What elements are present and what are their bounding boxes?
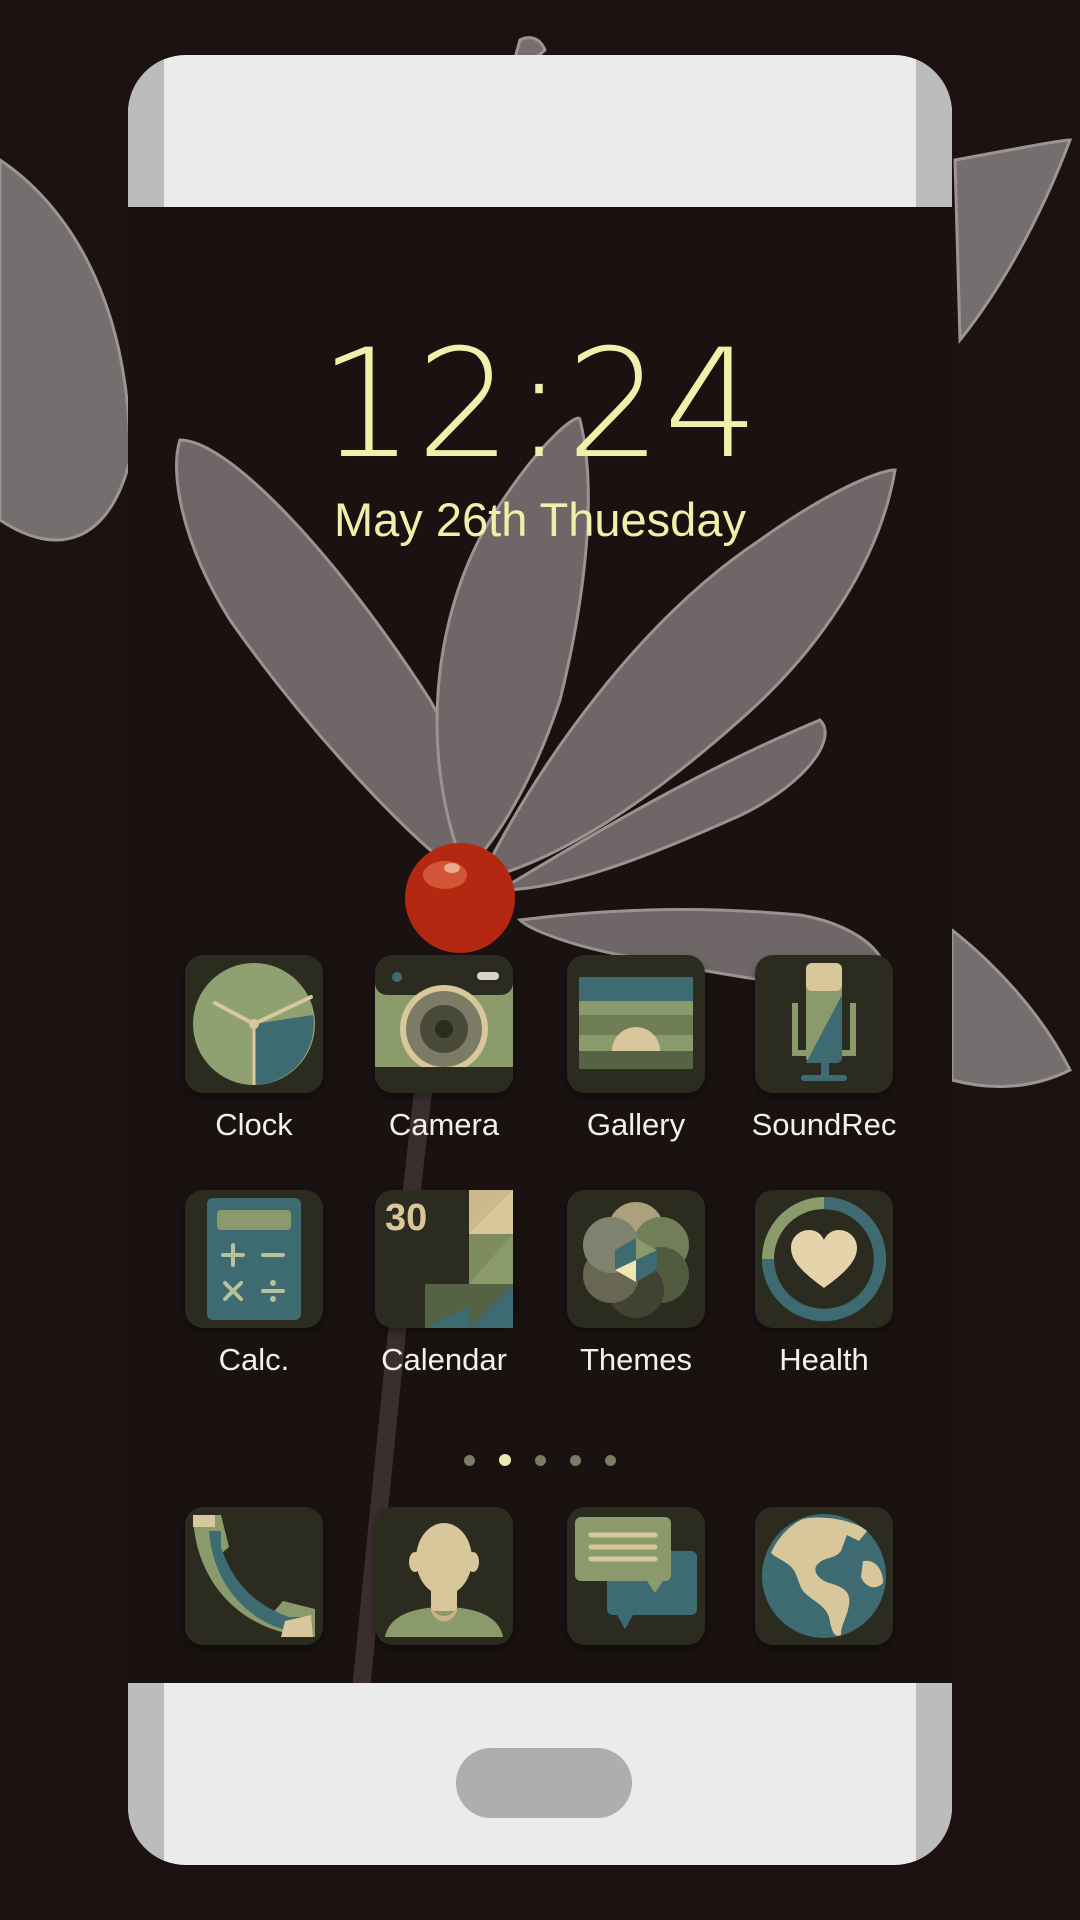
page-dot[interactable] (570, 1454, 581, 1466)
app-label: Calc. (218, 1342, 290, 1377)
home-button[interactable] (456, 1748, 632, 1818)
camera-icon (375, 955, 513, 1093)
contacts-icon (375, 1507, 513, 1645)
app-gallery[interactable]: Gallery (546, 955, 726, 1143)
clock-time: 12:24 (318, 318, 762, 492)
app-camera[interactable]: Camera (354, 955, 534, 1143)
app-health[interactable]: Health (734, 1190, 914, 1378)
calendar-icon: 30 (375, 1190, 513, 1328)
app-soundrec[interactable]: SoundRec (734, 955, 914, 1143)
dock-browser[interactable] (734, 1507, 914, 1645)
app-label: Clock (215, 1107, 293, 1142)
messages-icon (567, 1507, 705, 1645)
themes-icon (567, 1190, 705, 1328)
page-dot-active[interactable] (499, 1454, 511, 1466)
app-label: Health (779, 1342, 869, 1377)
app-label: Gallery (586, 1107, 686, 1142)
page-dot[interactable] (605, 1454, 616, 1466)
app-themes[interactable]: Themes (546, 1190, 726, 1378)
app-calculator[interactable]: Calc. (164, 1190, 344, 1378)
gallery-icon (567, 955, 705, 1093)
clock-date: May 26th Thuesday (334, 493, 746, 546)
dock-messages[interactable] (546, 1507, 726, 1645)
dock-phone[interactable] (164, 1507, 344, 1645)
dock-contacts[interactable] (354, 1507, 534, 1645)
browser-globe-icon (755, 1507, 893, 1645)
page-indicator (0, 1453, 1080, 1467)
clock-icon (185, 955, 323, 1093)
calendar-day: 30 (385, 1197, 427, 1239)
phone-icon (185, 1507, 323, 1645)
app-clock[interactable]: Clock (164, 955, 344, 1143)
calculator-icon (185, 1190, 323, 1328)
app-label: SoundRec (751, 1107, 897, 1142)
app-label: Calendar (381, 1342, 507, 1377)
app-label: Camera (388, 1107, 500, 1142)
page-dot[interactable] (535, 1454, 546, 1466)
app-calendar[interactable]: 30 Calendar (354, 1190, 534, 1378)
microphone-icon (755, 955, 893, 1093)
page-dot[interactable] (464, 1454, 475, 1466)
heart-icon (755, 1190, 893, 1328)
app-label: Themes (580, 1342, 692, 1377)
